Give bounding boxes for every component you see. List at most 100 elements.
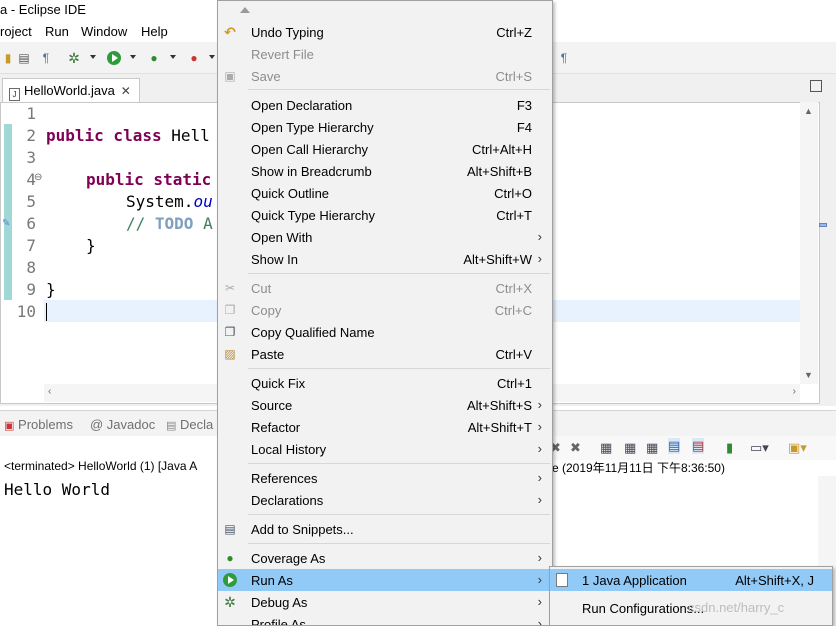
display-console-icon[interactable]: ▭▾ bbox=[750, 440, 769, 456]
menu-item-revert-file[interactable]: Revert File bbox=[218, 43, 552, 65]
toggle-whitespace-icon[interactable]: ¶ bbox=[556, 50, 572, 66]
line-number: 10 bbox=[16, 302, 36, 321]
external-tools-icon[interactable]: ● bbox=[186, 50, 202, 66]
coverage-icon: ● bbox=[226, 551, 234, 565]
menu-item-quick-outline[interactable]: Quick Outline Ctrl+O bbox=[218, 182, 552, 204]
menu-item-declarations[interactable]: Declarations › bbox=[218, 489, 552, 511]
code-line-7: } bbox=[86, 236, 96, 255]
show-stdout-icon[interactable]: ▤ bbox=[668, 438, 681, 454]
scroll-left-icon[interactable]: ‹ bbox=[48, 386, 51, 397]
submenu-arrow-icon: › bbox=[537, 251, 542, 266]
menu-item-cut[interactable]: ✂ Cut Ctrl+X bbox=[218, 277, 552, 299]
menu-item-quick-fix[interactable]: Quick Fix Ctrl+1 bbox=[218, 372, 552, 394]
clear-console-icon[interactable]: ▦ bbox=[600, 440, 612, 456]
menu-item-copy-qualified-name[interactable]: ❐ Copy Qualified Name bbox=[218, 321, 552, 343]
editor-context-menu: ↶ Undo Typing Ctrl+Z Revert File ▣ Save Ct… bbox=[217, 0, 553, 626]
show-stderr-icon[interactable]: ▤ bbox=[692, 438, 705, 454]
run-toolbar-icon[interactable] bbox=[106, 50, 122, 66]
copy-icon: ❐ bbox=[224, 303, 236, 317]
menu-run[interactable]: Run bbox=[45, 24, 69, 39]
word-wrap-icon[interactable]: ▦ bbox=[646, 440, 658, 456]
menu-item-refactor[interactable]: Refactor Alt+Shift+T › bbox=[218, 416, 552, 438]
menu-item-open-call-hierarchy[interactable]: Open Call Hierarchy Ctrl+Alt+H bbox=[218, 138, 552, 160]
cut-icon: ✂ bbox=[224, 281, 236, 295]
code-line-6: // TODO A bbox=[126, 214, 213, 233]
submenu-arrow-icon: › bbox=[537, 441, 542, 456]
line-number: 6 bbox=[26, 214, 36, 233]
menu-item-coverage-as[interactable]: ● Coverage As › bbox=[218, 547, 552, 569]
minimize-editor-icon[interactable] bbox=[810, 80, 822, 92]
menu-item-profile-as[interactable]: Profile As › bbox=[218, 613, 552, 625]
menu-project[interactable]: roject bbox=[0, 24, 32, 39]
editor-tab-label: HelloWorld.java bbox=[24, 83, 115, 98]
paste-icon: ▨ bbox=[224, 347, 236, 361]
menu-item-open-declaration[interactable]: Open Declaration F3 bbox=[218, 94, 552, 116]
tab-declaration[interactable]: ▤ Decla bbox=[166, 417, 213, 432]
line-number: 2 bbox=[26, 126, 36, 145]
pilcrow-icon[interactable]: ¶ bbox=[38, 50, 54, 66]
submenu-arrow-icon: › bbox=[537, 419, 542, 434]
line-number: 1 bbox=[26, 104, 36, 123]
window-title: a - Eclipse IDE bbox=[0, 2, 86, 17]
menu-item-source[interactable]: Source Alt+Shift+S › bbox=[218, 394, 552, 416]
menu-item-add-to-snippets[interactable]: ▤ Add to Snippets... bbox=[218, 518, 552, 540]
menu-item-show-in[interactable]: Show In Alt+Shift+W › bbox=[218, 248, 552, 270]
text-cursor bbox=[46, 303, 47, 321]
menu-item-show-in-breadcrumb[interactable]: Show in Breadcrumb Alt+Shift+B bbox=[218, 160, 552, 182]
submenu-arrow-icon: › bbox=[537, 229, 542, 244]
menu-help[interactable]: Help bbox=[141, 24, 168, 39]
submenu-arrow-icon: › bbox=[537, 397, 542, 412]
code-line-5: System.ou bbox=[126, 192, 213, 211]
close-icon[interactable]: ✕ bbox=[121, 84, 131, 98]
problems-icon: ▣ bbox=[4, 420, 15, 432]
menu-item-run-as[interactable]: Run As › bbox=[218, 569, 552, 591]
task-list-icon[interactable]: ▤ bbox=[16, 50, 32, 66]
scroll-right-icon[interactable]: › bbox=[793, 386, 796, 397]
debug-icon: ✲ bbox=[224, 593, 236, 610]
submenu-item-java-application[interactable]: 1 Java Application Alt+Shift+X, J bbox=[550, 569, 832, 591]
submenu-arrow-icon: › bbox=[537, 492, 542, 507]
menu-item-open-with[interactable]: Open With › bbox=[218, 226, 552, 248]
menu-item-paste[interactable]: ▨ Paste Ctrl+V bbox=[218, 343, 552, 365]
menu-window[interactable]: Window bbox=[81, 24, 127, 39]
menu-item-debug-as[interactable]: ✲ Debug As › bbox=[218, 591, 552, 613]
line-number: 9 bbox=[26, 280, 36, 299]
task-marker-icon: ✎ bbox=[2, 218, 11, 229]
change-ruler bbox=[4, 124, 12, 300]
tab-problems[interactable]: ▣ Problems bbox=[4, 417, 73, 432]
pin-console-icon[interactable]: ▮ bbox=[726, 440, 733, 456]
editor-tab-helloworld[interactable]: J HelloWorld.java ✕ bbox=[2, 78, 140, 102]
fold-icon[interactable]: ⊖ bbox=[34, 172, 42, 183]
package-icon[interactable]: ▮ bbox=[0, 50, 16, 66]
console-output-text: Hello World bbox=[4, 480, 110, 499]
remove-all-icon[interactable]: ✖ bbox=[570, 440, 581, 456]
line-number: 8 bbox=[26, 258, 36, 277]
menu-item-local-history[interactable]: Local History › bbox=[218, 438, 552, 460]
menu-item-save[interactable]: ▣ Save Ctrl+S bbox=[218, 65, 552, 87]
editor-vertical-scrollbar[interactable]: ▲ ▼ bbox=[800, 102, 818, 384]
menu-item-open-type-hierarchy[interactable]: Open Type Hierarchy F4 bbox=[218, 116, 552, 138]
menu-item-undo-typing[interactable]: ↶ Undo Typing Ctrl+Z bbox=[218, 21, 552, 43]
declaration-icon: ▤ bbox=[166, 420, 177, 432]
coverage-toolbar-icon[interactable]: ● bbox=[146, 50, 162, 66]
menu-item-quick-type-hierarchy[interactable]: Quick Type Hierarchy Ctrl+T bbox=[218, 204, 552, 226]
code-line-4: public static bbox=[86, 170, 212, 189]
scroll-up-icon[interactable]: ▲ bbox=[804, 106, 813, 116]
run-icon bbox=[222, 572, 238, 588]
overview-ruler-marker[interactable] bbox=[819, 223, 827, 227]
snippets-icon: ▤ bbox=[224, 522, 236, 536]
tab-javadoc[interactable]: @ Javadoc bbox=[90, 417, 155, 432]
scroll-down-icon[interactable]: ▼ bbox=[804, 370, 813, 380]
scroll-lock-icon[interactable]: ▦ bbox=[624, 440, 636, 456]
watermark: csdn.net/harry_c bbox=[688, 600, 785, 615]
java-app-icon bbox=[554, 572, 570, 588]
open-console-icon[interactable]: ▣▾ bbox=[788, 440, 807, 456]
scroll-up-arrow-icon[interactable] bbox=[240, 7, 250, 13]
line-number: 4 bbox=[26, 170, 36, 189]
debug-toolbar-icon[interactable]: ✲ bbox=[66, 50, 82, 66]
console-toolbar: ✖ ✖ ▦ ▦ ▦ ▤ ▤ ▮ ▭▾ ▣▾ bbox=[540, 436, 836, 460]
menu-item-references[interactable]: References › bbox=[218, 467, 552, 489]
java-file-icon: J bbox=[9, 88, 20, 101]
menu-item-copy[interactable]: ❐ Copy Ctrl+C bbox=[218, 299, 552, 321]
submenu-arrow-icon: › bbox=[537, 594, 542, 609]
